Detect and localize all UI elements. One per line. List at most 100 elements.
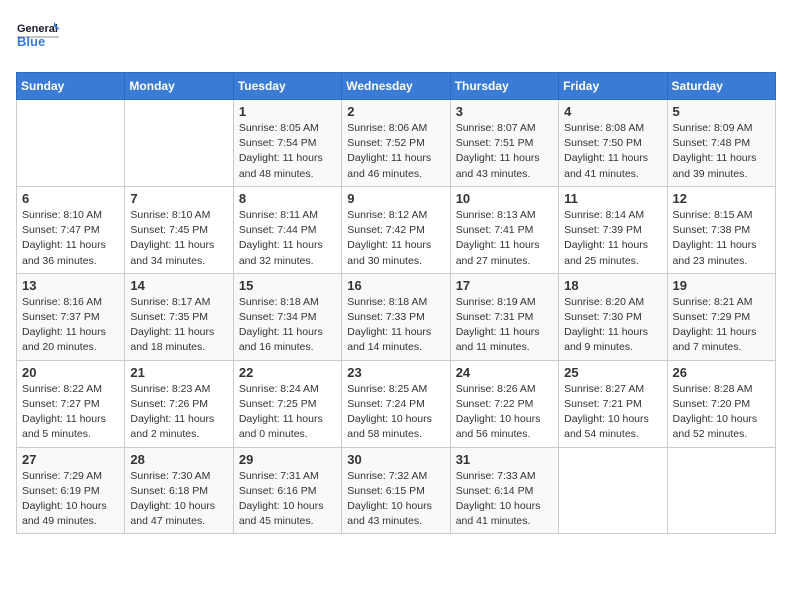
calendar-cell: 5 Sunrise: 8:09 AM Sunset: 7:48 PM Daylig… [667,100,775,187]
day-info: Sunrise: 8:23 AM Sunset: 7:26 PM Dayligh… [130,382,227,443]
calendar-cell: 17 Sunrise: 8:19 AM Sunset: 7:31 PM Dayli… [450,273,558,360]
day-info: Sunrise: 8:22 AM Sunset: 7:27 PM Dayligh… [22,382,119,443]
calendar-cell: 6 Sunrise: 8:10 AM Sunset: 7:47 PM Daylig… [17,186,125,273]
calendar-table: SundayMondayTuesdayWednesdayThursdayFrid… [16,72,776,534]
day-number: 26 [673,365,770,380]
calendar-cell: 18 Sunrise: 8:20 AM Sunset: 7:30 PM Dayli… [559,273,667,360]
calendar-cell: 21 Sunrise: 8:23 AM Sunset: 7:26 PM Dayli… [125,360,233,447]
day-info: Sunrise: 7:30 AM Sunset: 6:18 PM Dayligh… [130,469,227,530]
calendar-cell [559,447,667,534]
day-number: 16 [347,278,444,293]
calendar-cell: 27 Sunrise: 7:29 AM Sunset: 6:19 PM Dayli… [17,447,125,534]
day-number: 4 [564,104,661,119]
day-number: 3 [456,104,553,119]
day-number: 14 [130,278,227,293]
day-number: 13 [22,278,119,293]
dow-header-sunday: Sunday [17,73,125,100]
calendar-cell: 9 Sunrise: 8:12 AM Sunset: 7:42 PM Daylig… [342,186,450,273]
calendar-cell [125,100,233,187]
calendar-cell: 2Sunrise: 8:06 AM Sunset: 7:52 PM Daylig… [342,100,450,187]
day-info: Sunrise: 8:07 AM Sunset: 7:51 PM Dayligh… [456,121,553,182]
calendar-cell: 12 Sunrise: 8:15 AM Sunset: 7:38 PM Dayli… [667,186,775,273]
day-number: 27 [22,452,119,467]
day-number: 5 [673,104,770,119]
day-number: 21 [130,365,227,380]
calendar-cell: 10 Sunrise: 8:13 AM Sunset: 7:41 PM Dayli… [450,186,558,273]
logo: General Blue [16,16,60,60]
calendar-cell: 28 Sunrise: 7:30 AM Sunset: 6:18 PM Dayli… [125,447,233,534]
calendar-cell [17,100,125,187]
day-number: 7 [130,191,227,206]
day-number: 31 [456,452,553,467]
calendar-cell [667,447,775,534]
day-number: 6 [22,191,119,206]
day-info: Sunrise: 8:16 AM Sunset: 7:37 PM Dayligh… [22,295,119,356]
day-number: 30 [347,452,444,467]
day-info: Sunrise: 8:19 AM Sunset: 7:31 PM Dayligh… [456,295,553,356]
calendar-cell: 15 Sunrise: 8:18 AM Sunset: 7:34 PM Dayli… [233,273,341,360]
day-info: Sunrise: 8:28 AM Sunset: 7:20 PM Dayligh… [673,382,770,443]
day-info: Sunrise: 8:12 AM Sunset: 7:42 PM Dayligh… [347,208,444,269]
calendar-cell: 4 Sunrise: 8:08 AM Sunset: 7:50 PM Daylig… [559,100,667,187]
day-number: 2 [347,104,444,119]
calendar-cell: 22 Sunrise: 8:24 AM Sunset: 7:25 PM Dayli… [233,360,341,447]
day-number: 15 [239,278,336,293]
dow-header-friday: Friday [559,73,667,100]
day-number: 29 [239,452,336,467]
dow-header-tuesday: Tuesday [233,73,341,100]
day-info: Sunrise: 7:33 AM Sunset: 6:14 PM Dayligh… [456,469,553,530]
day-info: Sunrise: 8:27 AM Sunset: 7:21 PM Dayligh… [564,382,661,443]
calendar-cell: 3 Sunrise: 8:07 AM Sunset: 7:51 PM Daylig… [450,100,558,187]
day-number: 19 [673,278,770,293]
day-number: 1 [239,104,336,119]
day-info: Sunrise: 8:15 AM Sunset: 7:38 PM Dayligh… [673,208,770,269]
day-number: 17 [456,278,553,293]
day-number: 12 [673,191,770,206]
dow-header-thursday: Thursday [450,73,558,100]
day-info: Sunrise: 8:18 AM Sunset: 7:34 PM Dayligh… [239,295,336,356]
page-header: General Blue [16,16,776,60]
day-number: 10 [456,191,553,206]
day-info: Sunrise: 8:10 AM Sunset: 7:47 PM Dayligh… [22,208,119,269]
calendar-cell: 13 Sunrise: 8:16 AM Sunset: 7:37 PM Dayli… [17,273,125,360]
day-info: Sunrise: 8:18 AM Sunset: 7:33 PM Dayligh… [347,295,444,356]
calendar-cell: 30 Sunrise: 7:32 AM Sunset: 6:15 PM Dayli… [342,447,450,534]
day-info: Sunrise: 7:29 AM Sunset: 6:19 PM Dayligh… [22,469,119,530]
day-info: Sunrise: 8:11 AM Sunset: 7:44 PM Dayligh… [239,208,336,269]
day-info: Sunrise: 8:26 AM Sunset: 7:22 PM Dayligh… [456,382,553,443]
calendar-cell: 8Sunrise: 8:11 AM Sunset: 7:44 PM Daylig… [233,186,341,273]
calendar-cell: 19 Sunrise: 8:21 AM Sunset: 7:29 PM Dayli… [667,273,775,360]
day-info: Sunrise: 8:14 AM Sunset: 7:39 PM Dayligh… [564,208,661,269]
dow-header-wednesday: Wednesday [342,73,450,100]
logo-svg: General Blue [16,16,60,60]
calendar-cell: 25 Sunrise: 8:27 AM Sunset: 7:21 PM Dayli… [559,360,667,447]
dow-header-saturday: Saturday [667,73,775,100]
day-info: Sunrise: 8:24 AM Sunset: 7:25 PM Dayligh… [239,382,336,443]
day-number: 28 [130,452,227,467]
day-info: Sunrise: 7:32 AM Sunset: 6:15 PM Dayligh… [347,469,444,530]
day-number: 25 [564,365,661,380]
calendar-cell: 7 Sunrise: 8:10 AM Sunset: 7:45 PM Daylig… [125,186,233,273]
day-number: 24 [456,365,553,380]
calendar-cell: 24 Sunrise: 8:26 AM Sunset: 7:22 PM Dayli… [450,360,558,447]
day-info: Sunrise: 8:20 AM Sunset: 7:30 PM Dayligh… [564,295,661,356]
day-info: Sunrise: 8:25 AM Sunset: 7:24 PM Dayligh… [347,382,444,443]
day-number: 23 [347,365,444,380]
day-number: 9 [347,191,444,206]
calendar-cell: 31 Sunrise: 7:33 AM Sunset: 6:14 PM Dayli… [450,447,558,534]
day-info: Sunrise: 8:10 AM Sunset: 7:45 PM Dayligh… [130,208,227,269]
calendar-cell: 11 Sunrise: 8:14 AM Sunset: 7:39 PM Dayli… [559,186,667,273]
day-info: Sunrise: 7:31 AM Sunset: 6:16 PM Dayligh… [239,469,336,530]
calendar-cell: 23 Sunrise: 8:25 AM Sunset: 7:24 PM Dayli… [342,360,450,447]
dow-header-monday: Monday [125,73,233,100]
day-number: 18 [564,278,661,293]
day-info: Sunrise: 8:13 AM Sunset: 7:41 PM Dayligh… [456,208,553,269]
day-info: Sunrise: 8:17 AM Sunset: 7:35 PM Dayligh… [130,295,227,356]
day-info: Sunrise: 8:09 AM Sunset: 7:48 PM Dayligh… [673,121,770,182]
day-number: 11 [564,191,661,206]
calendar-cell: 26 Sunrise: 8:28 AM Sunset: 7:20 PM Dayli… [667,360,775,447]
day-number: 22 [239,365,336,380]
day-info: Sunrise: 8:08 AM Sunset: 7:50 PM Dayligh… [564,121,661,182]
day-info: Sunrise: 8:21 AM Sunset: 7:29 PM Dayligh… [673,295,770,356]
calendar-cell: 16 Sunrise: 8:18 AM Sunset: 7:33 PM Dayli… [342,273,450,360]
